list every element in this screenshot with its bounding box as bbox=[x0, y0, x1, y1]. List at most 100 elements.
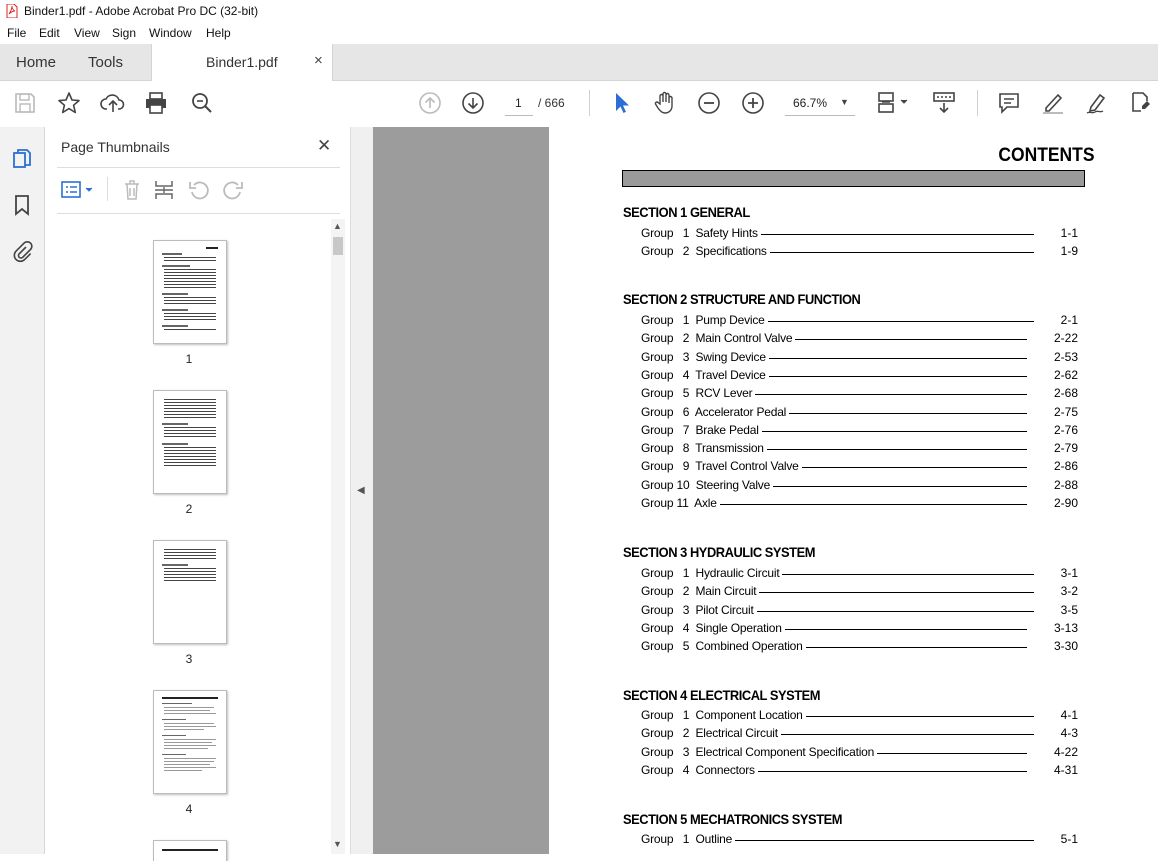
comment-icon[interactable] bbox=[996, 90, 1022, 116]
scroll-mode-icon[interactable] bbox=[931, 90, 957, 116]
tab-tools[interactable]: Tools bbox=[88, 54, 123, 71]
panel-collapse-handle[interactable]: ◀ bbox=[350, 127, 374, 854]
save-icon[interactable] bbox=[12, 90, 38, 116]
toc-entry-label: Group 2 Electrical Circuit bbox=[641, 726, 778, 740]
page-display-icon[interactable] bbox=[876, 90, 912, 116]
insert-pages-icon[interactable] bbox=[153, 178, 175, 202]
menu-file[interactable]: File bbox=[7, 26, 26, 40]
leader-line bbox=[784, 629, 1027, 630]
leader-line bbox=[759, 592, 1034, 593]
toc-entry[interactable]: Group 1 Pump Device 2-1 bbox=[641, 313, 1078, 329]
toc-entry[interactable]: Group 3 Pilot Circuit 3-5 bbox=[641, 603, 1078, 619]
next-page-icon[interactable] bbox=[460, 90, 486, 116]
toc-entry-label: Group 10 Steering Valve bbox=[641, 478, 771, 492]
star-icon[interactable] bbox=[56, 90, 82, 116]
toc-entry-label: Group 4 Connectors bbox=[641, 763, 755, 777]
page-thumbnail[interactable] bbox=[153, 390, 227, 494]
page-thumbnail[interactable] bbox=[153, 840, 227, 861]
menu-help[interactable]: Help bbox=[206, 26, 231, 40]
menu-edit[interactable]: Edit bbox=[39, 26, 60, 40]
sign-pen-icon[interactable] bbox=[1084, 90, 1110, 116]
previous-page-icon[interactable] bbox=[417, 90, 443, 116]
close-icon[interactable]: ✕ bbox=[317, 136, 331, 156]
leader-line bbox=[877, 753, 1027, 754]
toc-entry[interactable]: Group 1 Component Location 4-1 bbox=[641, 708, 1078, 724]
page-thumbnails-icon[interactable] bbox=[10, 147, 34, 171]
export-tools-icon[interactable] bbox=[1127, 90, 1153, 116]
page-thumbnail[interactable] bbox=[153, 690, 227, 794]
toc-entry[interactable]: Group 3 Electrical Component Specificati… bbox=[641, 745, 1078, 761]
toc-entry-page: 5-1 bbox=[1060, 832, 1078, 846]
panel-title: Page Thumbnails bbox=[61, 139, 170, 155]
toc-entry[interactable]: Group 5 RCV Lever 2-68 bbox=[641, 386, 1078, 402]
page-thumbnail[interactable] bbox=[153, 540, 227, 644]
toc-entry-label: Group 2 Main Control Valve bbox=[641, 331, 793, 345]
zoom-search-icon[interactable] bbox=[189, 90, 215, 116]
toc-entry[interactable]: Group 7 Brake Pedal 2-76 bbox=[641, 423, 1078, 439]
toc-entry-page: 2-90 bbox=[1053, 496, 1078, 510]
toc-entry-label: Group 5 Combined Operation bbox=[641, 639, 803, 653]
rotate-clockwise-icon[interactable] bbox=[221, 178, 245, 202]
tab-document[interactable]: Binder1.pdf × bbox=[151, 44, 333, 81]
toc-entry-label: Group 4 Single Operation bbox=[641, 621, 782, 635]
toc-entry[interactable]: Group 2 Main Circuit 3-2 bbox=[641, 584, 1078, 600]
scroll-up-icon[interactable]: ▲ bbox=[333, 221, 342, 231]
toc-entry[interactable]: Group 11 Axle 2-90 bbox=[641, 496, 1078, 512]
pdf-file-icon bbox=[6, 4, 18, 18]
thumbnails-scrollbar[interactable]: ▲ ▼ bbox=[331, 219, 345, 854]
rotate-counterclockwise-icon[interactable] bbox=[187, 178, 211, 202]
toc-entry[interactable]: Group 8 Transmission 2-79 bbox=[641, 441, 1078, 457]
toc-entry-page: 3-13 bbox=[1053, 621, 1078, 635]
toc-entry[interactable]: Group 2 Specifications 1-9 bbox=[641, 244, 1078, 260]
toc-entry[interactable]: Group 2 Main Control Valve 2-22 bbox=[641, 331, 1078, 347]
menu-sign[interactable]: Sign bbox=[112, 26, 136, 40]
menu-view[interactable]: View bbox=[74, 26, 100, 40]
divider bbox=[57, 167, 340, 168]
toc-entry[interactable]: Group 1 Outline 5-1 bbox=[641, 832, 1078, 848]
zoom-out-icon[interactable] bbox=[696, 90, 722, 116]
scroll-down-icon[interactable]: ▼ bbox=[333, 839, 342, 849]
thumbnail-page-number: 4 bbox=[185, 802, 193, 816]
toc-entry-page: 3-2 bbox=[1060, 584, 1078, 598]
thumbnail-options-icon[interactable] bbox=[61, 179, 97, 201]
trash-icon[interactable] bbox=[121, 178, 143, 202]
toc-entry[interactable]: Group 2 Electrical Circuit 4-3 bbox=[641, 726, 1078, 742]
toc-entry-label: Group 3 Swing Device bbox=[641, 350, 766, 364]
scrollbar-thumb[interactable] bbox=[333, 237, 343, 255]
toc-entry-label: Group 4 Travel Device bbox=[641, 368, 766, 382]
bookmark-icon[interactable] bbox=[11, 193, 33, 217]
section-heading: SECTION 2 STRUCTURE AND FUNCTION bbox=[623, 291, 861, 307]
page-number-input[interactable]: 1 bbox=[505, 91, 533, 116]
cloud-upload-icon[interactable] bbox=[100, 90, 126, 116]
tab-home[interactable]: Home bbox=[16, 54, 56, 71]
document-background bbox=[373, 127, 549, 854]
highlight-pen-icon[interactable] bbox=[1040, 90, 1066, 116]
attachment-icon[interactable] bbox=[11, 239, 33, 263]
toc-entry[interactable]: Group 1 Hydraulic Circuit 3-1 bbox=[641, 566, 1078, 582]
toc-entry[interactable]: Group 5 Combined Operation 3-30 bbox=[641, 639, 1078, 655]
zoom-in-icon[interactable] bbox=[740, 90, 766, 116]
toc-entry-page: 2-79 bbox=[1053, 441, 1078, 455]
menu-window[interactable]: Window bbox=[149, 26, 192, 40]
heading-bar bbox=[622, 170, 1085, 187]
toc-entry[interactable]: Group 1 Safety Hints 1-1 bbox=[641, 226, 1078, 242]
toc-entry-label: Group 2 Specifications bbox=[641, 244, 767, 258]
collapse-arrow-icon[interactable]: ◀ bbox=[357, 485, 365, 496]
toc-entry-label: Group 9 Travel Control Valve bbox=[641, 459, 799, 473]
toc-entry[interactable]: Group 4 Single Operation 3-13 bbox=[641, 621, 1078, 637]
toc-entry[interactable]: Group 9 Travel Control Valve 2-86 bbox=[641, 459, 1078, 475]
toc-entry[interactable]: Group 4 Connectors 4-31 bbox=[641, 763, 1078, 779]
zoom-level-select[interactable]: 66.7% ▼ bbox=[785, 91, 855, 116]
toc-entry[interactable]: Group 6 Accelerator Pedal 2-75 bbox=[641, 405, 1078, 421]
toc-entry[interactable]: Group 3 Swing Device 2-53 bbox=[641, 350, 1078, 366]
toc-entry-page: 3-5 bbox=[1060, 603, 1078, 617]
print-icon[interactable] bbox=[143, 90, 169, 116]
toc-entry[interactable]: Group 4 Travel Device 2-62 bbox=[641, 368, 1078, 384]
leader-line bbox=[768, 358, 1027, 359]
toolbar-divider bbox=[977, 90, 978, 116]
hand-tool-icon[interactable] bbox=[652, 90, 678, 116]
select-cursor-icon[interactable] bbox=[608, 90, 634, 116]
tab-close-icon[interactable]: × bbox=[314, 52, 323, 69]
page-thumbnail[interactable] bbox=[153, 240, 227, 344]
toc-entry[interactable]: Group 10 Steering Valve 2-88 bbox=[641, 478, 1078, 494]
